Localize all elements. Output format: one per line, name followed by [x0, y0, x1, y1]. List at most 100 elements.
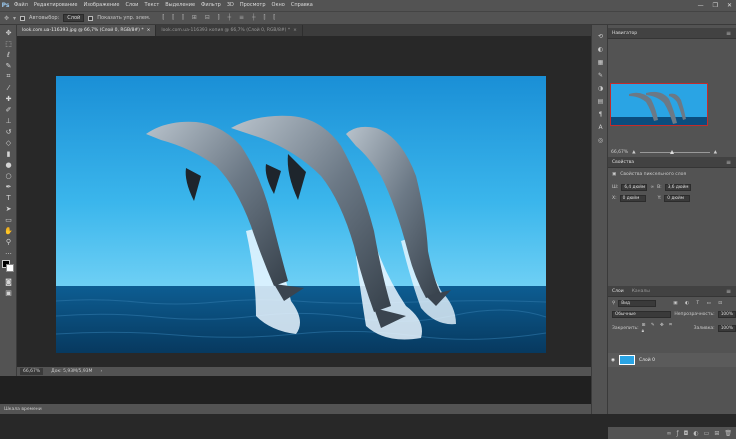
menu-item-9[interactable]: Окно [269, 0, 288, 11]
layer-filter-dropdown[interactable]: Вид [618, 300, 657, 307]
navigator-zoom-slider[interactable] [639, 150, 710, 154]
path-select-icon[interactable]: ➤ [2, 204, 15, 213]
delete-layer-icon[interactable]: 🗑︎ [724, 430, 732, 437]
hand-tool-icon[interactable]: ✋ [2, 226, 15, 235]
timeline-panel-header[interactable]: Шкала времени [0, 404, 591, 414]
styles-icon[interactable]: ◎ [595, 136, 606, 145]
tab-channels[interactable]: Каналы [632, 289, 650, 294]
panel-menu-icon[interactable]: ≡ [726, 288, 731, 295]
navigator-thumbnail[interactable] [610, 83, 708, 126]
shape-tool-icon[interactable]: ▭ [2, 215, 15, 224]
type-tool-icon[interactable]: T [2, 193, 15, 202]
filter-type-icons[interactable]: ▣ ◐ T ▭ ⊡ [673, 301, 725, 306]
document-image[interactable] [56, 76, 546, 353]
fx-icon[interactable]: ƒ [677, 430, 679, 437]
menu-item-2[interactable]: Изображение [80, 0, 122, 11]
adjustments-icon[interactable]: ◑ [595, 84, 606, 93]
screen-mode-icon[interactable]: ▣ [2, 288, 15, 297]
history-brush-icon[interactable]: ↺ [2, 127, 15, 136]
tab-label: look.com.ua-116393.jpg @ 66,7% (Слой 0, … [22, 28, 144, 33]
navigator-zoom-value[interactable]: 66,67% [611, 150, 628, 155]
y-label: Y: [657, 196, 662, 201]
slider-thumb[interactable] [669, 150, 674, 154]
dropdown-arrow-icon[interactable]: ▾ [13, 15, 16, 22]
menu-item-8[interactable]: Просмотр [237, 0, 269, 11]
layers-panel-header: Слои Каналы ≡ [608, 286, 736, 297]
lasso-tool-icon[interactable]: ℓ [2, 50, 15, 59]
panel-menu-icon[interactable]: ≡ [726, 30, 731, 37]
blur-tool-icon[interactable]: ● [2, 160, 15, 169]
dodge-tool-icon[interactable]: ○ [2, 171, 15, 180]
opacity-field[interactable]: 100% [717, 311, 736, 318]
healing-brush-icon[interactable]: ✚ [2, 94, 15, 103]
menu-item-5[interactable]: Выделение [162, 0, 198, 11]
paragraph-icon[interactable]: ¶ [595, 110, 606, 119]
eyedropper-icon[interactable]: ⁄ [2, 83, 15, 92]
tab-document-2[interactable]: look.com.ua-116393 копия @ 66,7% (Слой 0… [156, 25, 303, 36]
x-field[interactable]: 0 дюйм [619, 195, 646, 202]
history-icon[interactable]: ⟲ [595, 32, 606, 41]
clone-stamp-icon[interactable]: ⊥ [2, 116, 15, 125]
menu-item-3[interactable]: Слои [122, 0, 141, 11]
status-arrow-icon[interactable]: › [100, 369, 102, 374]
menu-item-1[interactable]: Редактирование [31, 0, 81, 11]
brush-settings-icon[interactable]: ✎ [595, 71, 606, 80]
quick-mask-icon[interactable]: ◙ [2, 277, 15, 286]
fill-field[interactable]: 100% [717, 324, 736, 332]
menu-item-4[interactable]: Текст [141, 0, 162, 11]
libraries-icon[interactable]: ▤ [595, 97, 606, 106]
marquee-tool-icon[interactable]: ⬚ [2, 39, 15, 48]
layer-row[interactable]: ◉ Слой 0 [608, 353, 736, 367]
height-field[interactable]: 3,6 дюйм [664, 184, 691, 191]
quick-select-icon[interactable]: ✎ [2, 61, 15, 70]
align-icons[interactable]: ⫿ ⫿ ⫿ ⊞ ⊟ ⫿ ┼ ≡ ┼ ⫿ ⫿ [162, 14, 278, 22]
move-tool-icon[interactable]: ✥ [2, 28, 15, 37]
link-icon[interactable]: ∞ [650, 185, 654, 190]
close-tab-icon[interactable]: × [293, 28, 297, 33]
menu-item-6[interactable]: Фильтр [198, 0, 224, 11]
menu-item-0[interactable]: Файл [11, 0, 31, 11]
properties-panel-header[interactable]: Свойства ≡ [608, 157, 736, 168]
menu-item-7[interactable]: 3D [224, 0, 237, 11]
character-icon[interactable]: A [595, 123, 606, 132]
adjustment-layer-icon[interactable]: ◐ [693, 430, 698, 437]
visibility-eye-icon[interactable]: ◉ [611, 358, 615, 363]
menu-item-10[interactable]: Справка [288, 0, 316, 11]
pen-tool-icon[interactable]: ✒ [2, 182, 15, 191]
autoselect-dropdown[interactable]: Слой [63, 14, 85, 22]
tab-document-1[interactable]: look.com.ua-116393.jpg @ 66,7% (Слой 0, … [17, 25, 157, 36]
zoom-out-icon[interactable]: ▲ [632, 150, 635, 155]
panel-menu-icon[interactable]: ≡ [726, 159, 731, 166]
y-field[interactable]: 0 дюйм [664, 195, 691, 202]
eraser-icon[interactable]: ◇ [2, 138, 15, 147]
edit-toolbar-icon[interactable]: ··· [2, 249, 15, 258]
brush-tool-icon[interactable]: ✐ [2, 105, 15, 114]
maximize-button[interactable]: ❐ [713, 0, 718, 11]
properties-subtitle-row: ▣ Свойства пиксельного слоя [608, 172, 736, 177]
navigator-panel-header[interactable]: Навигатор ≡ [608, 28, 736, 39]
color-swatches[interactable] [2, 259, 15, 272]
lock-icons[interactable]: ⊞ ✎ ✥ ⌗ 🔒︎ [642, 322, 679, 334]
move-tool-icon[interactable]: ✥ [4, 15, 9, 22]
close-button[interactable]: ✕ [727, 0, 732, 11]
crop-tool-icon[interactable]: ⌗ [2, 72, 15, 81]
tab-layers[interactable]: Слои [612, 289, 624, 294]
group-icon[interactable]: ▭ [704, 430, 710, 437]
gradient-icon[interactable]: ▮ [2, 149, 15, 158]
swatches-icon[interactable]: ▦ [595, 58, 606, 67]
width-field[interactable]: 6,4 дюйм [621, 184, 648, 191]
minimize-button[interactable]: — [698, 0, 704, 11]
autoselect-checkbox[interactable] [20, 15, 26, 21]
blend-mode-dropdown[interactable]: Обычные [612, 311, 672, 318]
color-panel-icon[interactable]: ◐ [595, 45, 606, 54]
link-layers-icon[interactable]: ∞ [667, 430, 672, 437]
search-icon: ⚲ [612, 301, 616, 306]
mask-icon[interactable]: ◘ [684, 430, 689, 437]
zoom-in-icon[interactable]: ▲ [714, 150, 717, 155]
close-tab-icon[interactable]: × [147, 28, 151, 33]
new-layer-icon[interactable]: ⊞ [714, 430, 719, 437]
layer-name[interactable]: Слой 0 [639, 358, 655, 363]
zoom-tool-icon[interactable]: ⚲ [2, 237, 15, 246]
zoom-level-field[interactable]: 66,67% [20, 368, 44, 375]
show-transform-checkbox[interactable] [88, 15, 94, 21]
